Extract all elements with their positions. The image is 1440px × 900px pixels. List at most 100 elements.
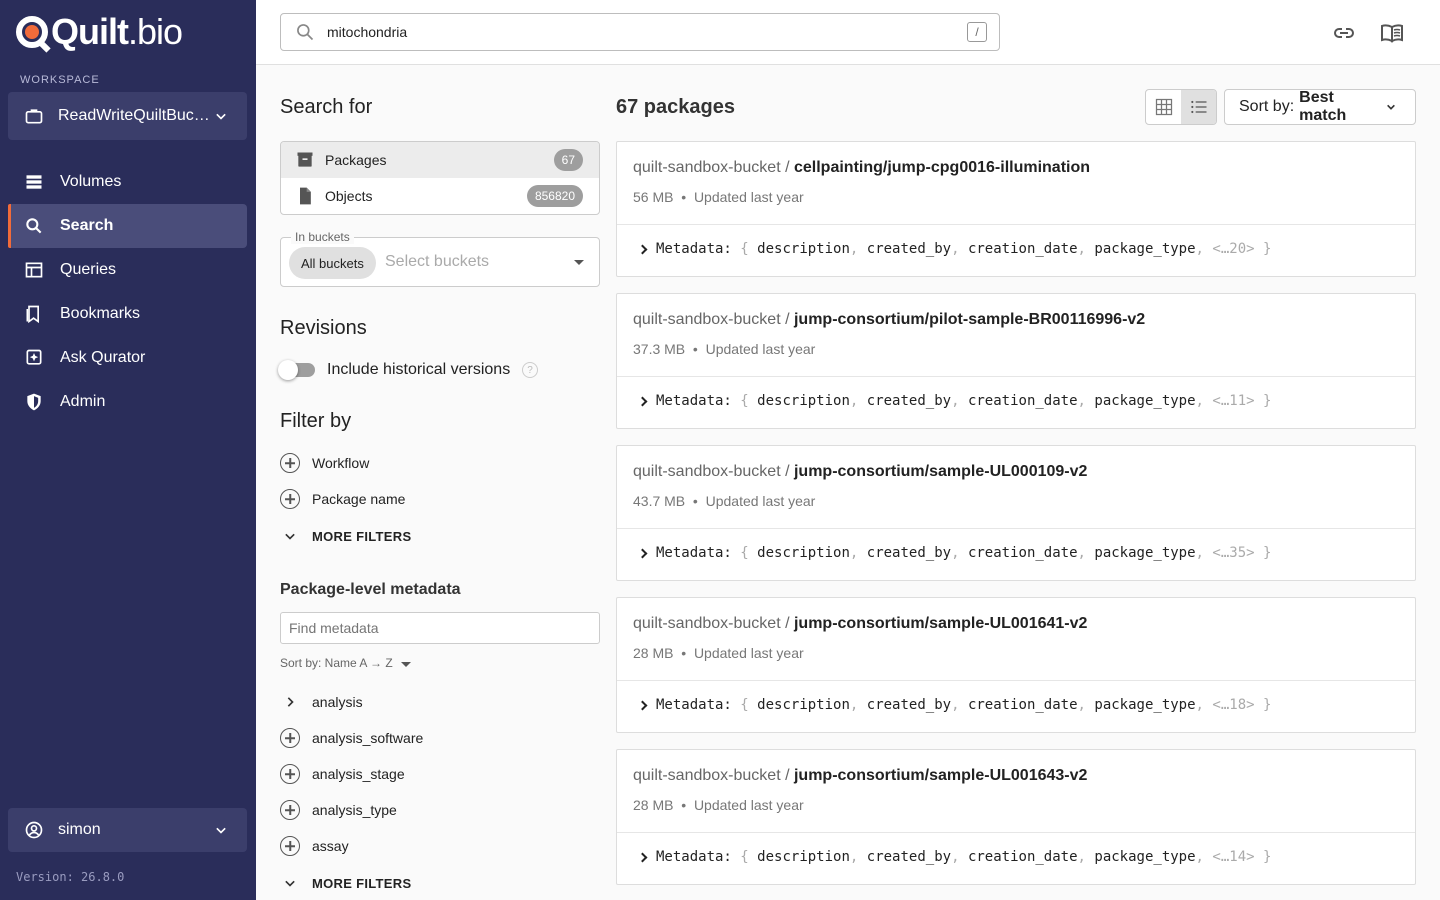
- historical-versions-toggle[interactable]: [278, 360, 315, 380]
- view-mode-toggle: [1145, 89, 1217, 125]
- package-title[interactable]: quilt-sandbox-bucket / jump-consortium/s…: [633, 615, 1087, 633]
- chevron-right-icon: [637, 244, 648, 254]
- package-card[interactable]: quilt-sandbox-bucket / jump-consortium/s…: [616, 445, 1416, 581]
- workspace-selector[interactable]: ReadWriteQuiltBuck…: [8, 92, 247, 140]
- filter-package-name[interactable]: Package name: [280, 487, 405, 511]
- add-circle-icon: [280, 489, 300, 509]
- table-icon: [24, 260, 44, 280]
- sidebar-item-label: Queries: [60, 261, 117, 278]
- quilt-logo[interactable]: Quilt .bio: [16, 11, 183, 52]
- package-info: 43.7 MB • Updated last year: [633, 493, 816, 509]
- add-circle-icon: [280, 836, 300, 856]
- revisions-title: Revisions: [280, 317, 367, 339]
- briefcase-icon: [24, 106, 44, 126]
- scope-count-badge: 856820: [526, 185, 583, 207]
- metadata-item-label: analysis: [312, 694, 363, 710]
- bucket-selector[interactable]: In buckets All buckets Select buckets: [280, 230, 600, 287]
- buckets-legend: In buckets: [291, 230, 354, 244]
- sort-value: Best match: [1299, 89, 1347, 124]
- package-card[interactable]: quilt-sandbox-bucket / jump-consortium/s…: [616, 749, 1416, 885]
- sidebar-item-admin[interactable]: Admin: [8, 380, 247, 424]
- search-for-title: Search for: [280, 96, 373, 118]
- shield-icon: [24, 392, 44, 412]
- metadata-item-analysis[interactable]: analysis: [280, 690, 363, 714]
- app-version: Version: 26.8.0: [16, 870, 125, 884]
- search-shortcut-hint: /: [967, 22, 987, 42]
- sidebar-item-label: Volumes: [60, 173, 122, 190]
- grid-view-button[interactable]: [1146, 90, 1181, 124]
- sidebar-item-label: Ask Qurator: [60, 349, 146, 366]
- top-bar: /: [256, 0, 1440, 65]
- select-buckets-placeholder: Select buckets: [385, 253, 490, 270]
- user-menu[interactable]: simon: [8, 808, 247, 852]
- filter-workflow[interactable]: Workflow: [280, 451, 369, 475]
- package-card[interactable]: quilt-sandbox-bucket / jump-consortium/p…: [616, 293, 1416, 429]
- all-buckets-chip[interactable]: All buckets: [289, 247, 376, 279]
- metadata-preview[interactable]: Metadata: { description, created_by, cre…: [637, 393, 1271, 409]
- metadata-item-analysis-type[interactable]: analysis_type: [280, 798, 397, 822]
- sidebar-item-queries[interactable]: Queries: [8, 248, 247, 292]
- sort-label: Sort by:: [1239, 98, 1295, 115]
- chevron-right-icon: [637, 548, 648, 558]
- help-icon[interactable]: ?: [522, 362, 538, 378]
- search-input[interactable]: [327, 24, 967, 40]
- list-icon: [1189, 97, 1209, 117]
- metadata-item-assay[interactable]: assay: [280, 834, 349, 858]
- workspace-name: ReadWriteQuiltBuck…: [58, 107, 211, 124]
- sidebar-item-bookmarks[interactable]: Bookmarks: [8, 292, 247, 336]
- scope-packages[interactable]: Packages 67: [281, 142, 599, 178]
- list-view-button[interactable]: [1181, 90, 1216, 124]
- results-count-title: 67 packages: [616, 96, 735, 118]
- card-divider: [617, 376, 1415, 377]
- dropdown-arrow-icon: [574, 260, 584, 265]
- add-circle-icon: [280, 800, 300, 820]
- search-icon: [295, 22, 315, 42]
- search-icon: [24, 216, 44, 236]
- metadata-item-analysis-stage[interactable]: analysis_stage: [280, 762, 405, 786]
- search-bar[interactable]: /: [280, 13, 1000, 51]
- sidebar-item-label: Bookmarks: [60, 305, 141, 322]
- metadata-preview[interactable]: Metadata: { description, created_by, cre…: [637, 697, 1271, 713]
- sidebar-item-ask-qurator[interactable]: Ask Qurator: [8, 336, 247, 380]
- metadata-preview[interactable]: Metadata: { description, created_by, cre…: [637, 241, 1271, 257]
- package-title[interactable]: quilt-sandbox-bucket / jump-consortium/s…: [633, 767, 1087, 785]
- find-metadata-input[interactable]: [280, 612, 600, 644]
- card-divider: [617, 528, 1415, 529]
- historical-versions-label: Include historical versions: [327, 361, 511, 378]
- package-card[interactable]: quilt-sandbox-bucket / cellpainting/jump…: [616, 141, 1416, 277]
- chevron-down-icon: [1381, 97, 1401, 117]
- sidebar-item-volumes[interactable]: Volumes: [8, 160, 247, 204]
- sidebar-item-search[interactable]: Search: [8, 204, 247, 248]
- file-icon: [295, 186, 315, 206]
- package-title[interactable]: quilt-sandbox-bucket / cellpainting/jump…: [633, 159, 1090, 177]
- filter-by-title: Filter by: [280, 410, 352, 432]
- package-info: 28 MB • Updated last year: [633, 645, 804, 661]
- package-title[interactable]: quilt-sandbox-bucket / jump-consortium/s…: [633, 463, 1087, 481]
- card-divider: [617, 680, 1415, 681]
- package-title[interactable]: quilt-sandbox-bucket / jump-consortium/p…: [633, 311, 1145, 329]
- add-circle-icon: [280, 764, 300, 784]
- metadata-more-filters-button[interactable]: MORE FILTERS: [280, 871, 411, 895]
- metadata-preview[interactable]: Metadata: { description, created_by, cre…: [637, 849, 1271, 865]
- chevron-down-icon: [280, 873, 300, 893]
- filter-label: Package name: [312, 491, 406, 507]
- more-filters-label: MORE FILTERS: [312, 528, 412, 544]
- package-info: 37.3 MB • Updated last year: [633, 341, 816, 357]
- sort-dropdown[interactable]: Sort by: Best match: [1224, 89, 1416, 125]
- more-filters-label: MORE FILTERS: [312, 875, 412, 891]
- docs-book-icon[interactable]: [1380, 21, 1404, 45]
- link-icon[interactable]: [1332, 21, 1356, 45]
- metadata-item-label: assay: [312, 838, 349, 854]
- scope-objects[interactable]: Objects 856820: [281, 178, 599, 214]
- package-card[interactable]: quilt-sandbox-bucket / jump-consortium/s…: [616, 597, 1416, 733]
- chevron-right-icon: [637, 852, 648, 862]
- scope-label: Objects: [325, 188, 373, 204]
- logo-mark-icon: [16, 16, 48, 48]
- scope-label: Packages: [325, 152, 387, 168]
- filter-label: Workflow: [312, 455, 370, 471]
- sidebar: Quilt .bio WORKSPACE ReadWriteQuiltBuck… …: [0, 0, 256, 900]
- metadata-item-analysis-software[interactable]: analysis_software: [280, 726, 423, 750]
- metadata-preview[interactable]: Metadata: { description, created_by, cre…: [637, 545, 1271, 561]
- metadata-sort-selector[interactable]: Sort by: Name A → Z: [280, 656, 411, 670]
- more-filters-button[interactable]: MORE FILTERS: [280, 524, 411, 548]
